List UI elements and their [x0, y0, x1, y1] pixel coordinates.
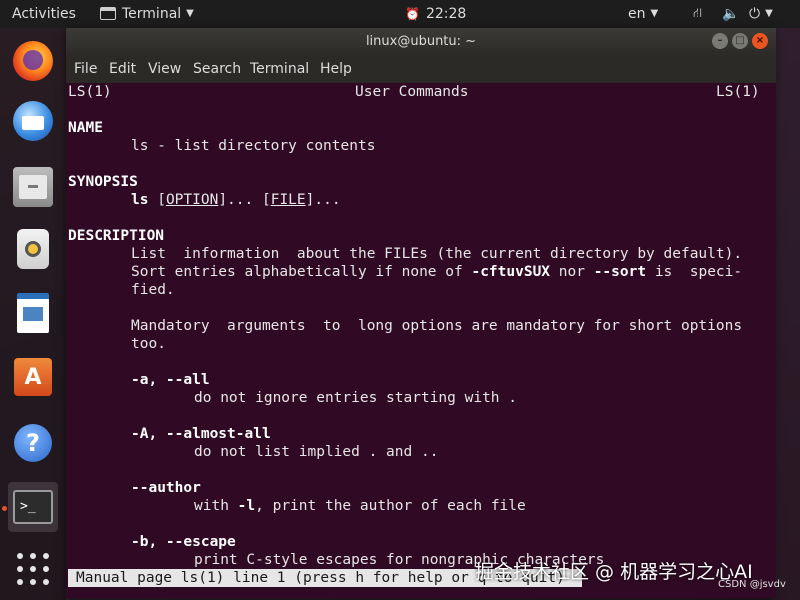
- top-bar: Activities Terminal ▼ ⏰ 22:28 en ▼ ⛙ 🔈 ⏻ ▼: [0, 0, 800, 28]
- window-titlebar[interactable]: linux@ubuntu: ~ – □ ×: [66, 28, 776, 56]
- terminal-window: linux@ubuntu: ~ – □ × File Edit View Sea…: [66, 28, 776, 598]
- synopsis-option: OPTION: [165, 192, 219, 208]
- active-indicator: [2, 506, 7, 511]
- dock-item-software[interactable]: A: [8, 352, 58, 402]
- terminal-icon: [100, 6, 116, 20]
- dock-item-help[interactable]: ?: [8, 418, 58, 468]
- watermark-text: 掘金技术社区 @ 机器学习之心AI: [475, 561, 753, 583]
- menu-bar: File Edit View Search Terminal Help: [66, 56, 776, 83]
- man-header-center: User Commands: [355, 84, 469, 100]
- maximize-button[interactable]: □: [732, 33, 748, 49]
- dock: A ? >_: [0, 28, 66, 600]
- volume-icon[interactable]: 🔈: [722, 0, 739, 28]
- name-line: ls - list directory contents: [131, 138, 376, 154]
- rhythmbox-icon: [17, 229, 49, 269]
- man-header-right: LS(1): [716, 84, 760, 100]
- option-name: -b, --escape: [131, 534, 236, 550]
- clock-label: 22:28: [425, 6, 467, 22]
- dock-item-rhythmbox[interactable]: [8, 224, 58, 274]
- language-label: en: [628, 6, 646, 22]
- chevron-down-icon: ▼: [765, 8, 773, 19]
- dock-item-writer[interactable]: [8, 288, 58, 338]
- man-header-left: LS(1): [68, 84, 112, 100]
- description-line: List information about the FILEs (the cu…: [131, 246, 743, 262]
- watermark-subtext: CSDN @jsvdv: [718, 579, 786, 590]
- synopsis-command: ls: [131, 192, 149, 208]
- app-menu-button[interactable]: Terminal ▼: [100, 0, 194, 28]
- terminal-icon: >_: [13, 490, 53, 524]
- help-icon: ?: [14, 424, 52, 462]
- language-button[interactable]: en ▼: [628, 0, 658, 28]
- option-description: do not ignore entries starting with .: [194, 390, 518, 406]
- chevron-down-icon: ▼: [650, 8, 659, 19]
- window-title: linux@ubuntu: ~: [365, 34, 477, 49]
- minimize-button[interactable]: –: [712, 33, 728, 49]
- menu-edit[interactable]: Edit: [109, 56, 136, 83]
- option-description: with -l, print the author of each file: [194, 498, 526, 514]
- option-name: -a, --all: [131, 372, 210, 388]
- menu-terminal[interactable]: Terminal: [250, 56, 309, 83]
- terminal-content[interactable]: LS(1) User Commands LS(1) NAME ls - list…: [66, 83, 776, 598]
- description-line: too.: [131, 336, 166, 352]
- synopsis-bracket-open: [: [148, 192, 166, 208]
- synopsis-file: FILE: [270, 192, 306, 208]
- synopsis-end: ]...: [305, 192, 341, 208]
- desktop-edge: [776, 28, 800, 600]
- files-icon: [13, 167, 53, 207]
- network-icon[interactable]: ⛙: [693, 0, 702, 28]
- alarm-icon: ⏰: [405, 7, 420, 21]
- window-controls: – □ ×: [712, 33, 768, 49]
- firefox-icon: [13, 41, 53, 81]
- section-heading-name: NAME: [68, 120, 103, 136]
- writer-icon: [17, 293, 49, 333]
- show-applications-button[interactable]: [8, 544, 58, 594]
- app-menu-label: Terminal: [122, 6, 182, 22]
- activities-button[interactable]: Activities: [12, 0, 76, 28]
- app-grid-icon: [16, 552, 50, 586]
- clock-button[interactable]: ⏰ 22:28: [405, 0, 466, 28]
- menu-file[interactable]: File: [74, 56, 97, 83]
- section-heading-synopsis: SYNOPSIS: [68, 174, 138, 190]
- description-line: Mandatory arguments to long options are …: [131, 318, 743, 334]
- menu-view[interactable]: View: [148, 56, 181, 83]
- close-button[interactable]: ×: [752, 33, 768, 49]
- dock-item-files[interactable]: [8, 162, 58, 212]
- dock-item-thunderbird[interactable]: [8, 96, 58, 146]
- dock-item-firefox[interactable]: [8, 36, 58, 86]
- section-heading-description: DESCRIPTION: [68, 228, 165, 244]
- synopsis-line: ls [OPTION]... [FILE]...: [131, 191, 341, 209]
- menu-help[interactable]: Help: [320, 56, 352, 83]
- software-icon: A: [14, 358, 52, 396]
- option-name: -A, --almost-all: [131, 426, 271, 442]
- synopsis-mid: ]... [: [218, 192, 271, 208]
- option-description: do not list implied . and ..: [194, 444, 439, 460]
- description-line: Sort entries alphabetically if none of -…: [131, 264, 743, 280]
- menu-search[interactable]: Search: [193, 56, 241, 83]
- dock-item-terminal[interactable]: >_: [8, 482, 58, 532]
- description-line: fied.: [131, 282, 175, 298]
- thunderbird-icon: [13, 101, 53, 141]
- chevron-down-icon: ▼: [186, 8, 194, 19]
- power-icon[interactable]: ⏻ ▼: [749, 0, 773, 28]
- option-name: --author: [131, 480, 201, 496]
